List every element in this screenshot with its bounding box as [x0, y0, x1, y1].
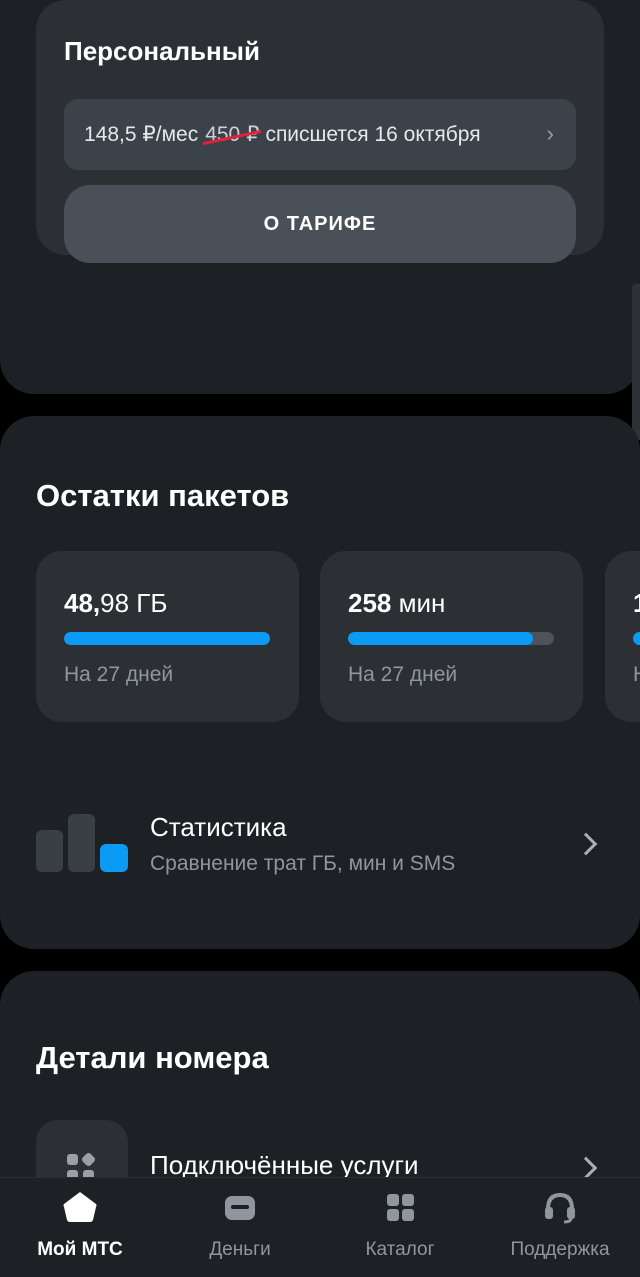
- progress-fill: [633, 632, 640, 645]
- chevron-right-icon: ›: [546, 121, 554, 146]
- package-sms[interactable]: 1 Н: [605, 551, 640, 722]
- charge-note: списшется 16 октября: [265, 122, 481, 146]
- grid-icon: [387, 1194, 414, 1221]
- package-progress-bar: [64, 632, 270, 645]
- home-icon: [63, 1192, 97, 1222]
- details-title: Детали номера: [36, 1040, 269, 1075]
- tariff-price-row[interactable]: 148,5 ₽/мес 450 ₽ списшется 16 октября ›: [64, 99, 576, 170]
- tab-label: Мой МТС: [37, 1239, 123, 1260]
- bottom-tab-bar: Мой МТС Деньги Каталог Поддержка: [0, 1177, 640, 1277]
- tariff-name: Персональный: [64, 36, 260, 66]
- price-current: 148,5 ₽/мес: [84, 123, 199, 146]
- package-amount: 48,98 ГБ: [64, 588, 168, 618]
- tab-label: Поддержка: [510, 1239, 610, 1260]
- package-period: На 27 дней: [64, 663, 174, 686]
- wallet-icon: [225, 1196, 255, 1220]
- package-period: Н: [633, 663, 640, 687]
- package-internet[interactable]: 48,98 ГБ На 27 дней: [36, 551, 299, 722]
- tariff-panel: Персональный 148,5 ₽/мес 450 ₽ списшется…: [36, 0, 604, 295]
- scroll-handle[interactable]: [632, 284, 640, 440]
- tab-label: Каталог: [365, 1239, 435, 1260]
- package-amount: 1: [633, 588, 640, 619]
- tab-label: Деньги: [209, 1239, 271, 1260]
- tab-support[interactable]: Поддержка: [480, 1178, 640, 1277]
- package-progress-bar: [633, 632, 640, 645]
- progress-fill: [348, 632, 534, 645]
- packages-title: Остатки пакетов: [36, 478, 290, 513]
- about-tariff-button[interactable]: О ТАРИФЕ: [64, 185, 576, 263]
- package-minutes[interactable]: 258 мин На 27 дней: [320, 551, 583, 722]
- statistics-chart-icon: [36, 814, 128, 872]
- statistics-subtitle: Сравнение трат ГБ, мин и SMS: [150, 852, 456, 875]
- statistics-row[interactable]: Статистика Сравнение трат ГБ, мин и SMS: [0, 790, 640, 900]
- tab-catalog[interactable]: Каталог: [320, 1178, 480, 1277]
- package-period: На 27 дней: [348, 663, 458, 686]
- package-progress-bar: [348, 632, 554, 645]
- progress-fill: [64, 632, 270, 645]
- chevron-right-icon: [574, 832, 598, 856]
- statistics-title: Статистика: [150, 812, 287, 842]
- tab-money[interactable]: Деньги: [160, 1178, 320, 1277]
- price-old: 450 ₽: [205, 123, 260, 146]
- tab-my-mts[interactable]: Мой МТС: [0, 1178, 160, 1277]
- package-amount: 258 мин: [348, 588, 446, 618]
- headset-icon: [545, 1192, 575, 1224]
